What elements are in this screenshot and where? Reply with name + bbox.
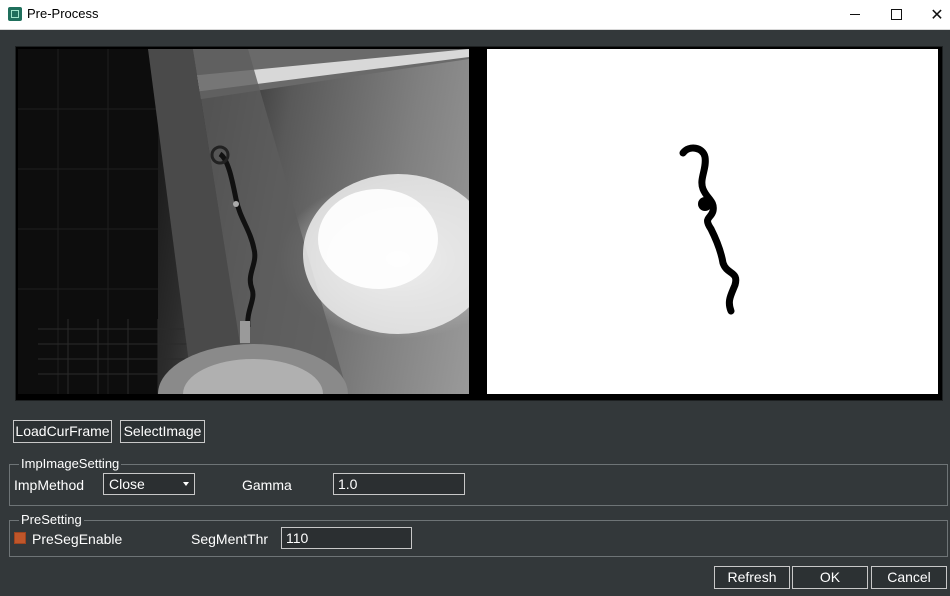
pre-setting-title: PreSetting	[19, 512, 84, 527]
maximize-button[interactable]	[875, 0, 917, 29]
segmentation-mask-image	[679, 144, 740, 315]
cancel-button[interactable]: Cancel	[871, 566, 947, 589]
minimize-button[interactable]	[834, 0, 876, 29]
window-title: Pre-Process	[27, 6, 99, 21]
processed-image-view	[487, 49, 938, 394]
gamma-label: Gamma	[242, 477, 292, 493]
imp-method-value: Close	[109, 476, 145, 492]
pre-seg-enable-checkbox[interactable]	[14, 532, 26, 544]
app-icon	[8, 7, 22, 21]
gamma-input[interactable]: 1.0	[333, 473, 465, 495]
source-image	[18, 49, 469, 394]
refresh-button[interactable]: Refresh	[714, 566, 790, 589]
imp-image-setting-title: ImpImageSetting	[19, 456, 122, 471]
image-display-frame	[15, 46, 943, 401]
chevron-down-icon	[183, 482, 189, 486]
load-cur-frame-button[interactable]: LoadCurFrame	[13, 420, 112, 443]
seg-ment-thr-label: SegMentThr	[191, 531, 269, 547]
imp-method-dropdown[interactable]: Close	[103, 473, 195, 495]
pre-setting-group	[9, 520, 948, 557]
imp-method-label: ImpMethod	[14, 477, 85, 493]
close-icon: ✕	[930, 6, 944, 24]
seg-ment-thr-input[interactable]: 110	[281, 527, 412, 549]
close-button[interactable]: ✕	[916, 0, 950, 29]
source-image-view	[18, 49, 469, 394]
select-image-button[interactable]: SelectImage	[120, 420, 205, 443]
pre-seg-enable-label: PreSegEnable	[32, 531, 123, 547]
ok-button[interactable]: OK	[792, 566, 868, 589]
maximize-icon	[890, 9, 902, 20]
title-bar: Pre-Process ✕	[0, 0, 950, 30]
minimize-icon	[850, 14, 860, 15]
